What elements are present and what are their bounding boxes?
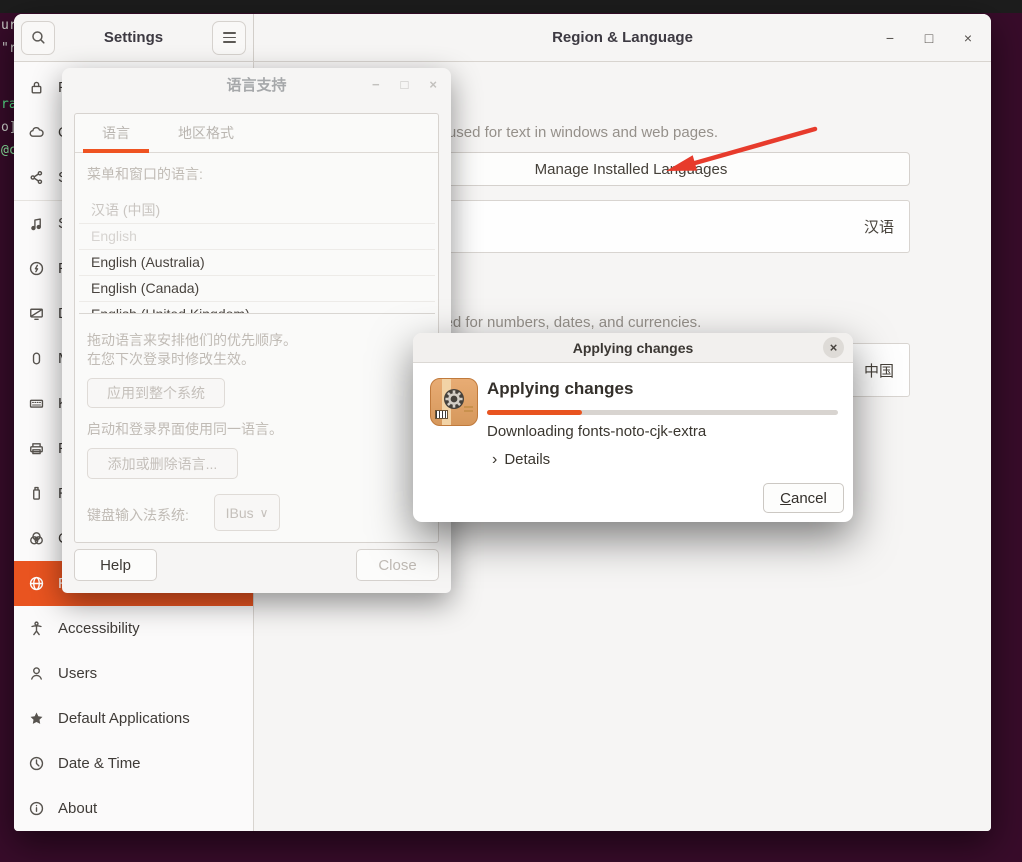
- language-list-item[interactable]: 汉语 (中国): [79, 198, 435, 224]
- note-icon: [28, 215, 45, 232]
- apply-hint: 启动和登录界面使用同一语言。: [87, 419, 283, 439]
- desktop: ur"rrao]@c Settings Region & Language −: [0, 0, 1022, 862]
- sidebar-item-date-time[interactable]: Date & Time: [14, 741, 253, 786]
- display-icon: [28, 305, 45, 322]
- help-button[interactable]: Help: [74, 549, 157, 581]
- chevron-down-icon: ∨: [260, 506, 269, 520]
- tab-language[interactable]: 语言: [83, 114, 149, 152]
- star-icon: [28, 710, 45, 727]
- sidebar-item-accessibility[interactable]: Accessibility: [14, 606, 253, 651]
- user-icon: [28, 665, 45, 682]
- share-icon: [28, 169, 45, 186]
- language-list-item[interactable]: English: [79, 224, 435, 250]
- dialog-title: Applying changes: [573, 340, 694, 356]
- info-icon: [28, 800, 45, 817]
- drag-hint: 拖动语言来安排他们的优先顺序。: [87, 330, 297, 350]
- dialog-title: 语言支持: [226, 74, 286, 95]
- language-list-item[interactable]: English (Australia): [79, 250, 435, 276]
- color-icon: [28, 530, 45, 547]
- language-list-item[interactable]: English (United Kingdom): [79, 302, 435, 314]
- sidebar-item-default-applications[interactable]: Default Applications: [14, 696, 253, 741]
- terminal-text-fragment: @c: [1, 143, 14, 158]
- sidebar-item-label: Accessibility: [58, 620, 140, 637]
- headerbar: Settings Region & Language − □ ×: [14, 14, 991, 62]
- sidebar-item-users[interactable]: Users: [14, 651, 253, 696]
- minimize-icon[interactable]: −: [372, 77, 380, 92]
- maximize-icon[interactable]: □: [401, 77, 409, 92]
- sidebar-item-label: Default Applications: [58, 710, 190, 727]
- sidebar-item-label: About: [58, 800, 97, 817]
- accessibility-icon: [28, 620, 45, 637]
- maximize-icon[interactable]: □: [920, 30, 938, 46]
- tab-bar: 语言 地区格式: [75, 114, 438, 153]
- primary-menu-button[interactable]: [212, 21, 246, 55]
- headerbar-right: Region & Language − □ ×: [254, 14, 991, 61]
- language-support-dialog: 语言支持 − □ × 语言 地区格式 菜单和窗口的语言: 汉语 (中国)Engl…: [62, 68, 451, 593]
- apply-system-wide-button[interactable]: 应用到整个系统: [87, 378, 225, 408]
- cancel-button[interactable]: Cancel: [763, 483, 844, 513]
- progress-bar: [487, 410, 838, 415]
- desktop-top-bar: [0, 0, 1022, 13]
- sidebar-item-about[interactable]: About: [14, 786, 253, 831]
- ime-label: 键盘输入法系统:: [87, 505, 189, 525]
- ime-value: IBus: [226, 505, 254, 521]
- clock-icon: [28, 755, 45, 772]
- tab-regional-formats[interactable]: 地区格式: [158, 114, 254, 152]
- progress-fill: [487, 410, 582, 415]
- applying-changes-titlebar: Applying changes ×: [413, 333, 853, 363]
- software-package-icon: [430, 378, 478, 426]
- dialog-window-controls: − □ ×: [372, 68, 437, 100]
- add-remove-languages-button[interactable]: 添加或删除语言...: [87, 448, 238, 479]
- app-title: Settings: [55, 29, 212, 46]
- language-support-titlebar: 语言支持 − □ ×: [62, 68, 451, 100]
- minimize-icon[interactable]: −: [881, 30, 899, 46]
- formats-value: 中国: [864, 360, 894, 381]
- close-button[interactable]: Close: [356, 549, 439, 581]
- applying-changes-dialog: Applying changes × Applying changes Down…: [413, 333, 853, 522]
- menu-language-label: 菜单和窗口的语言:: [87, 164, 203, 184]
- menu-icon: [223, 32, 236, 43]
- terminal-text-fragment: "r: [1, 41, 14, 56]
- download-status: Downloading fonts-noto-cjk-extra: [487, 423, 706, 440]
- mouse-icon: [28, 350, 45, 367]
- terminal-text-fragment: ra: [1, 97, 14, 112]
- usb-icon: [28, 485, 45, 502]
- language-list-item[interactable]: English (Canada): [79, 276, 435, 302]
- cloud-icon: [28, 124, 45, 141]
- login-hint: 在您下次登录时修改生效。: [87, 349, 255, 369]
- terminal-text-fragment: ur: [1, 18, 14, 33]
- terminal-text-fragment: o]: [1, 120, 14, 135]
- details-expander[interactable]: › Details: [492, 451, 550, 468]
- window-controls: − □ ×: [881, 14, 977, 61]
- chevron-right-icon: ›: [492, 452, 497, 467]
- sidebar-item-label: Users: [58, 665, 97, 682]
- close-dialog-button[interactable]: ×: [823, 337, 844, 358]
- close-icon[interactable]: ×: [959, 30, 977, 46]
- headerbar-left: Settings: [14, 14, 254, 61]
- search-button[interactable]: [21, 21, 55, 55]
- lock-icon: [28, 79, 45, 96]
- search-icon: [30, 29, 47, 46]
- power-icon: [28, 260, 45, 277]
- language-value: 汉语: [864, 216, 894, 237]
- keyboard-icon: [28, 395, 45, 412]
- globe-icon: [28, 575, 45, 592]
- printer-icon: [28, 440, 45, 457]
- close-icon: ×: [830, 340, 838, 355]
- ime-dropdown[interactable]: IBus ∨: [214, 494, 280, 531]
- close-icon[interactable]: ×: [429, 77, 437, 92]
- language-support-notebook: 语言 地区格式 菜单和窗口的语言: 汉语 (中国)EnglishEnglish …: [74, 113, 439, 543]
- applying-changes-heading: Applying changes: [487, 379, 633, 399]
- language-priority-list: 汉语 (中国)EnglishEnglish (Australia)English…: [79, 198, 435, 314]
- sidebar-item-label: Date & Time: [58, 755, 141, 772]
